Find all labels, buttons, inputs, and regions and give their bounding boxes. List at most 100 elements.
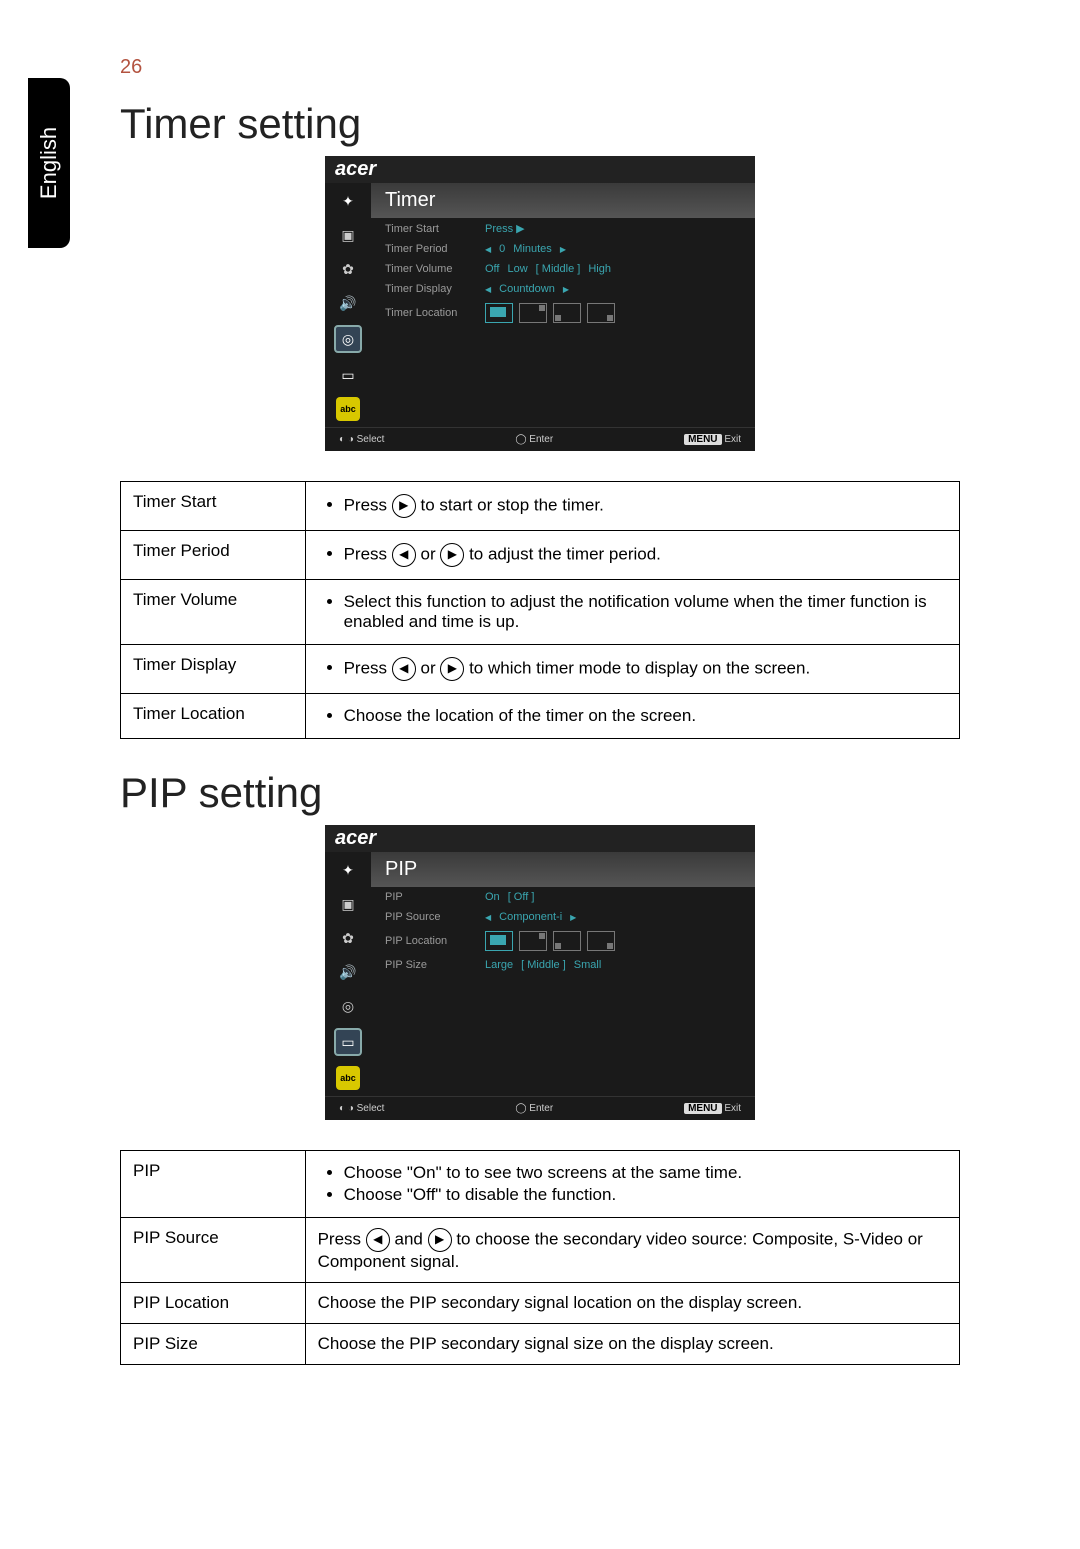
section-heading-pip: PIP setting — [120, 769, 960, 817]
timer-period-unit: Minutes — [513, 243, 552, 255]
location-options — [485, 303, 741, 323]
cell-desc: Press ◀ or ▶ to which timer mode to disp… — [305, 645, 959, 694]
left-arrow-icon: ◀ — [485, 913, 491, 922]
osd-row-label: PIP Location — [385, 935, 485, 947]
cell-desc: Choose the PIP secondary signal location… — [305, 1283, 959, 1324]
abc-icon: abc — [336, 397, 360, 421]
pip-description-table: PIP Choose "On" to to see two screens at… — [120, 1150, 960, 1365]
text: Press — [344, 495, 392, 514]
right-arrow-icon: ▶ — [560, 245, 566, 254]
loc-box-br — [587, 931, 615, 951]
color-icon: ✦ — [336, 189, 360, 213]
footer-enter: Enter — [529, 1103, 553, 1114]
cell-label: PIP Source — [121, 1218, 306, 1283]
left-button-icon: ◀ — [392, 657, 416, 681]
text: and — [395, 1229, 428, 1248]
image-icon: ▣ — [336, 223, 360, 247]
table-row: PIP Size Choose the PIP secondary signal… — [121, 1324, 960, 1365]
loc-box-bl — [553, 303, 581, 323]
left-button-icon: ◀ — [392, 543, 416, 567]
cell-label: PIP Size — [121, 1324, 306, 1365]
gear-icon: ✿ — [336, 926, 360, 950]
pip-icon: ▭ — [336, 363, 360, 387]
left-arrow-icon: ◀ — [485, 245, 491, 254]
footer-enter: Enter — [529, 434, 553, 445]
text: Choose "Off" to disable the function. — [344, 1185, 947, 1205]
osd-title: PIP — [371, 852, 755, 887]
pip-icon: ▭ — [334, 1028, 362, 1056]
osd-row-label: Timer Volume — [385, 263, 485, 275]
pip-off: [ Off ] — [508, 891, 535, 903]
right-arrow-icon: ▶ — [563, 285, 569, 294]
right-button-icon: ▶ — [440, 657, 464, 681]
table-row: Timer Location Choose the location of th… — [121, 694, 960, 739]
pip-size-small: Small — [574, 959, 602, 971]
cell-label: PIP Location — [121, 1283, 306, 1324]
text: or — [421, 544, 441, 563]
footer-menu-pill: MENU — [684, 434, 721, 445]
table-row: Timer Volume Select this function to adj… — [121, 580, 960, 645]
table-row: PIP Choose "On" to to see two screens at… — [121, 1151, 960, 1218]
cell-label: Timer Start — [121, 482, 306, 531]
vol-off: Off — [485, 263, 499, 275]
language-tab: English — [28, 78, 70, 248]
osd-row-label: Timer Period — [385, 243, 485, 255]
vol-mid: [ Middle ] — [536, 263, 581, 275]
osd-brand: acer — [325, 156, 755, 183]
language-tab-label: English — [36, 127, 62, 199]
timer-display-val: Countdown — [499, 283, 555, 295]
pip-size-mid: [ Middle ] — [521, 959, 566, 971]
page-number: 26 — [120, 56, 142, 79]
osd-row-label: PIP Size — [385, 959, 485, 971]
osd-timer: acer ✦ ▣ ✿ 🔊 ◎ ▭ abc Timer Timer Start P… — [325, 156, 755, 451]
cell-desc: Choose the location of the timer on the … — [305, 694, 959, 739]
osd-title: Timer — [371, 183, 755, 218]
cell-desc: Choose "On" to to see two screens at the… — [305, 1151, 959, 1218]
color-icon: ✦ — [336, 858, 360, 882]
right-button-icon: ▶ — [428, 1228, 452, 1252]
vol-high: High — [588, 263, 611, 275]
table-row: Timer Start Press ▶ to start or stop the… — [121, 482, 960, 531]
osd-category-icons: ✦ ▣ ✿ 🔊 ◎ ▭ abc — [325, 183, 371, 427]
right-arrow-icon: ▶ — [570, 913, 576, 922]
left-arrow-icon: ◀ — [485, 285, 491, 294]
footer-menu-pill: MENU — [684, 1103, 721, 1114]
right-button-icon: ▶ — [392, 494, 416, 518]
timer-icon: ◎ — [336, 994, 360, 1018]
text: Press — [344, 544, 392, 563]
loc-box-tr — [519, 931, 547, 951]
osd-category-icons: ✦ ▣ ✿ 🔊 ◎ ▭ abc — [325, 852, 371, 1096]
loc-box-br — [587, 303, 615, 323]
section-heading-timer: Timer setting — [120, 100, 960, 148]
cell-label: PIP — [121, 1151, 306, 1218]
cell-label: Timer Period — [121, 531, 306, 580]
text: to adjust the timer period. — [469, 544, 661, 563]
osd-pip: acer ✦ ▣ ✿ 🔊 ◎ ▭ abc PIP PIP On [ Off ] — [325, 825, 755, 1120]
loc-box-bl — [553, 931, 581, 951]
timer-description-table: Timer Start Press ▶ to start or stop the… — [120, 481, 960, 739]
text: Press — [318, 1229, 366, 1248]
location-options — [485, 931, 741, 951]
cell-desc: Select this function to adjust the notif… — [305, 580, 959, 645]
osd-row-label: Timer Location — [385, 307, 485, 319]
vol-low: Low — [507, 263, 527, 275]
speaker-icon: 🔊 — [336, 960, 360, 984]
loc-box-tr — [519, 303, 547, 323]
right-button-icon: ▶ — [440, 543, 464, 567]
cell-desc: Press ◀ or ▶ to adjust the timer period. — [305, 531, 959, 580]
table-row: Timer Period Press ◀ or ▶ to adjust the … — [121, 531, 960, 580]
text: to which timer mode to display on the sc… — [469, 658, 810, 677]
text: Choose the location of the timer on the … — [344, 706, 947, 726]
left-button-icon: ◀ — [366, 1228, 390, 1252]
cell-label: Timer Location — [121, 694, 306, 739]
osd-footer: ◐ ◑ Select ◯ Enter MENU Exit — [325, 1096, 755, 1120]
pip-source-val: Component-i — [499, 911, 562, 923]
cell-label: Timer Display — [121, 645, 306, 694]
pip-size-large: Large — [485, 959, 513, 971]
osd-row-label: Timer Display — [385, 283, 485, 295]
abc-icon: abc — [336, 1066, 360, 1090]
table-row: PIP Location Choose the PIP secondary si… — [121, 1283, 960, 1324]
timer-period-num: 0 — [499, 243, 505, 255]
cell-desc: Press ▶ to start or stop the timer. — [305, 482, 959, 531]
gear-icon: ✿ — [336, 257, 360, 281]
